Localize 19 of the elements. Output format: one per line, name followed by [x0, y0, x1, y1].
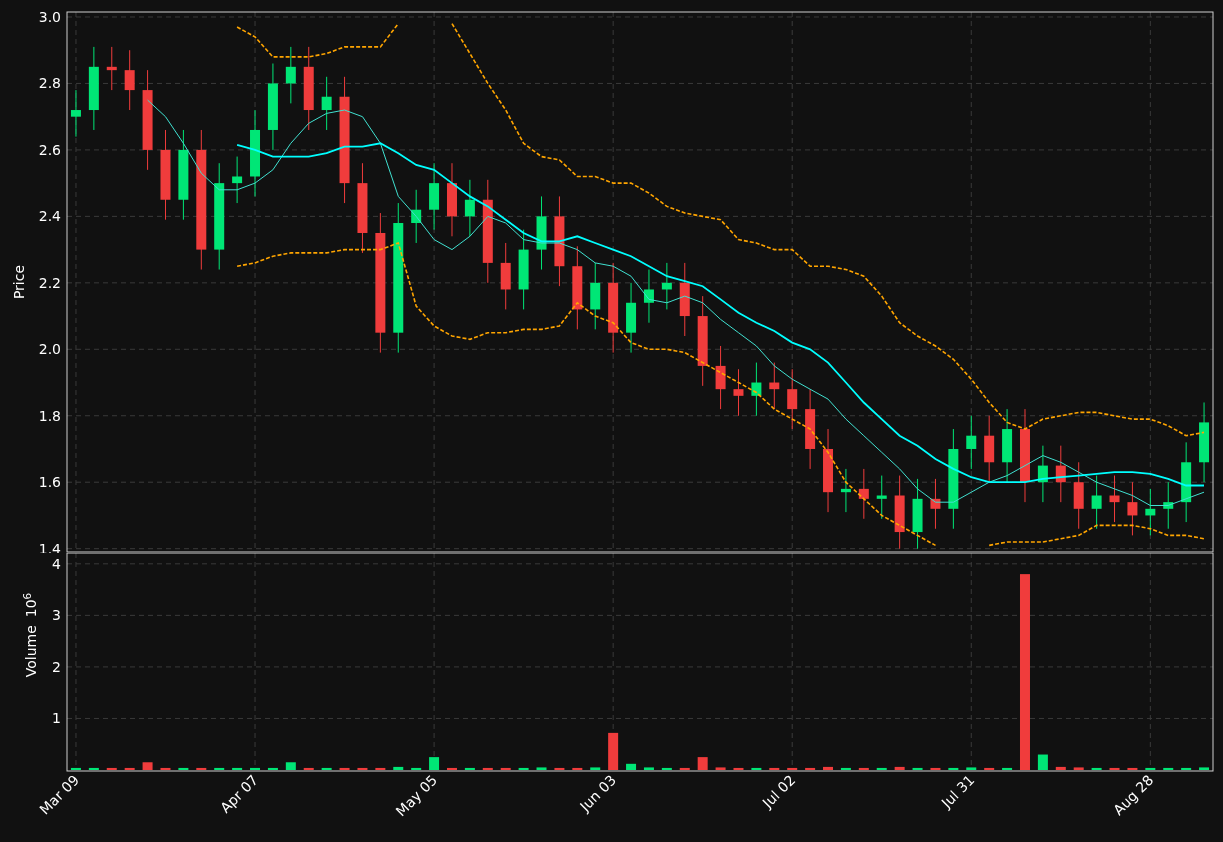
tick-label: 2.6 [38, 141, 61, 158]
tick-label: 4 [52, 555, 61, 572]
tick-label: 3.0 [38, 9, 61, 25]
tick-label: 2 [52, 658, 61, 675]
tick-label: Jun 03 [576, 771, 620, 815]
tick-label: 1.4 [38, 540, 61, 553]
tick-label: Apr 07 [216, 771, 262, 816]
tick-label: 2.4 [38, 208, 61, 225]
tick-label: 2.8 [38, 75, 61, 92]
tick-label: 1 [52, 710, 61, 727]
axis-label: Volume [21, 625, 40, 678]
axis-label: Price [11, 264, 27, 300]
tick-label: 3 [52, 607, 61, 624]
tick-label: Jul 31 [938, 771, 978, 811]
tick-label: Jul 02 [759, 771, 799, 811]
tick-label: 2.0 [38, 341, 61, 358]
tick-label: 1.6 [38, 474, 61, 491]
tick-label: 2.2 [38, 274, 61, 291]
tick-label: 1.8 [38, 407, 61, 424]
